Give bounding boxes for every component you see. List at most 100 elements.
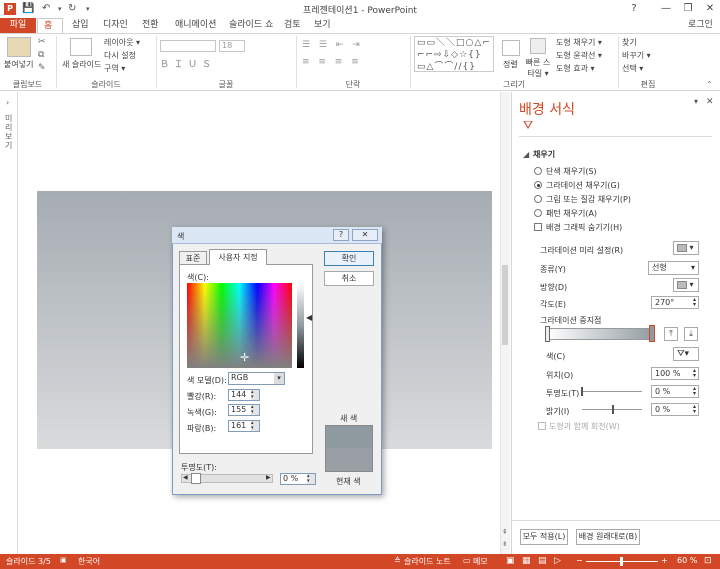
zoom-in-icon[interactable]: + xyxy=(661,556,668,565)
slideshow-view-icon[interactable]: ▷ xyxy=(554,556,561,566)
rotate-with-shape-checkbox[interactable] xyxy=(538,422,546,430)
add-stop-icon[interactable]: ⤒ xyxy=(664,327,678,341)
tab-design[interactable]: 디자인 xyxy=(97,18,134,33)
tab-view[interactable]: 보기 xyxy=(308,18,337,33)
quick-styles-button[interactable]: 빠른 스타일 ▾ xyxy=(524,57,552,79)
cut-icon[interactable]: ✂ xyxy=(38,37,46,47)
shape-fill-button[interactable]: 도형 채우기 ▾ xyxy=(556,37,602,48)
comments-icon[interactable]: ▭ xyxy=(463,556,471,565)
section-button[interactable]: 구역 ▾ xyxy=(104,63,125,74)
brightness-input[interactable]: 0 % ▴ ▾ xyxy=(651,403,699,416)
arrange-button[interactable]: 정렬 xyxy=(503,59,518,70)
quick-styles-icon[interactable] xyxy=(530,38,546,54)
copy-icon[interactable]: ⧉ xyxy=(38,50,44,60)
color-model-select[interactable]: RGB ▾ xyxy=(228,372,285,385)
pane-close-icon[interactable]: ✕ xyxy=(706,97,714,107)
shape-effects-button[interactable]: 도형 효과 ▾ xyxy=(556,63,595,74)
close-button[interactable]: ✕ xyxy=(702,2,718,16)
format-painter-icon[interactable]: ✎ xyxy=(38,63,46,73)
rotate-with-shape-label[interactable]: 도형과 함께 회전(W) xyxy=(549,421,620,432)
remove-stop-icon[interactable]: ⤓ xyxy=(684,327,698,341)
position-input[interactable]: 100 % ▴ ▾ xyxy=(651,367,699,380)
paste-button[interactable]: 붙여넣기 xyxy=(4,59,33,70)
font-size-combo[interactable]: 18 xyxy=(219,40,245,52)
layout-button[interactable]: 레이아웃 ▾ xyxy=(104,37,140,48)
new-slide-button[interactable]: 새 슬라이드 xyxy=(62,59,101,70)
collapse-ribbon-icon[interactable]: ⌃ xyxy=(706,80,713,89)
tab-custom[interactable]: 사용자 지정 xyxy=(209,249,267,265)
transparency-slider[interactable] xyxy=(582,391,642,392)
tab-transitions[interactable]: 전환 xyxy=(136,18,165,33)
new-slide-icon[interactable] xyxy=(70,38,92,56)
reading-view-icon[interactable]: ▤ xyxy=(538,556,547,566)
gradient-preset-dropdown[interactable]: ▾ xyxy=(673,241,699,255)
select-button[interactable]: 선택 ▾ xyxy=(622,63,643,74)
zoom-slider-thumb[interactable] xyxy=(620,557,623,566)
reset-button[interactable]: 다시 설정 xyxy=(104,50,136,61)
direction-dropdown[interactable]: ▾ xyxy=(673,278,699,292)
gradient-stop-handle[interactable] xyxy=(545,326,550,342)
list-buttons-icon[interactable]: ☰ ☰ ⇤ ⇥ xyxy=(302,40,363,50)
solid-fill-label[interactable]: 단색 채우기(S) xyxy=(546,166,597,177)
gradient-stop-handle-selected[interactable] xyxy=(649,325,655,342)
zoom-out-icon[interactable]: − xyxy=(576,556,583,565)
notes-button[interactable]: 슬라이드 노트 xyxy=(404,556,451,567)
align-buttons-icon[interactable]: ≡ ≡ ≡ ≡ xyxy=(302,57,362,67)
replace-button[interactable]: 바꾸기 ▾ xyxy=(622,50,651,61)
dialog-close-button[interactable]: ✕ xyxy=(352,229,378,241)
expand-thumbnails-icon[interactable]: › xyxy=(6,98,9,107)
ok-button[interactable]: 확인 xyxy=(324,251,374,266)
pane-options-icon[interactable]: ▾ xyxy=(694,97,698,106)
gradient-stops-bar[interactable] xyxy=(547,328,655,340)
scrollbar-thumb[interactable] xyxy=(502,265,508,345)
luminance-arrow-icon[interactable]: ◀ xyxy=(306,313,312,322)
prev-slide-icon[interactable]: ⇞ xyxy=(502,528,508,536)
zoom-level[interactable]: 60 % xyxy=(677,556,697,565)
color-dropdown[interactable]: ⛛▾ xyxy=(673,347,699,361)
gradient-fill-radio[interactable] xyxy=(534,181,542,189)
tab-slideshow[interactable]: 슬라이드 쇼 xyxy=(223,18,279,33)
fill-bucket-icon[interactable]: ⛛ xyxy=(523,118,533,133)
tab-insert[interactable]: 삽입 xyxy=(66,18,95,33)
font-name-combo[interactable] xyxy=(160,40,216,52)
fit-slide-icon[interactable]: ⊡ xyxy=(704,556,712,566)
red-input[interactable]: 144 ▴ ▾ xyxy=(228,389,260,401)
arrange-icon[interactable] xyxy=(502,40,520,56)
help-icon[interactable]: ? xyxy=(626,2,642,16)
angle-input[interactable]: 270° ▴ ▾ xyxy=(651,296,699,309)
slide-sorter-icon[interactable]: ▦ xyxy=(522,556,531,566)
solid-fill-radio[interactable] xyxy=(534,167,542,175)
next-slide-icon[interactable]: ⇟ xyxy=(502,540,508,548)
shape-outline-button[interactable]: 도형 윤곽선 ▾ xyxy=(556,50,602,61)
transparency-slider-thumb[interactable] xyxy=(581,387,583,396)
picture-fill-radio[interactable] xyxy=(534,195,542,203)
tab-animations[interactable]: 애니메이션 xyxy=(169,18,222,33)
type-dropdown[interactable]: 선형 ▾ xyxy=(648,261,699,275)
normal-view-icon[interactable]: ▣ xyxy=(506,556,515,566)
apply-to-all-button[interactable]: 모두 적용(L) xyxy=(520,529,568,545)
paste-icon[interactable] xyxy=(7,37,31,57)
tab-standard[interactable]: 표준 xyxy=(179,251,207,265)
slider-left-icon[interactable]: ◀ xyxy=(183,474,188,481)
cancel-button[interactable]: 취소 xyxy=(324,271,374,286)
slider-right-icon[interactable]: ▶ xyxy=(266,474,271,481)
hide-graphics-checkbox[interactable] xyxy=(534,223,542,231)
luminance-bar[interactable] xyxy=(297,283,304,368)
restore-button[interactable]: ❐ xyxy=(680,2,696,16)
shapes-gallery[interactable]: ▭▭＼＼□○△⌐ ⌐⌐⇨⇩◇☆{} ▭△⌒⌒∕∕{} xyxy=(414,36,494,72)
tab-review[interactable]: 검토 xyxy=(278,18,307,33)
green-input[interactable]: 155 ▴ ▾ xyxy=(228,404,260,416)
pattern-fill-radio[interactable] xyxy=(534,209,542,217)
dialog-transparency-input[interactable]: 0 % ▴ ▾ xyxy=(280,473,316,485)
brightness-slider-thumb[interactable] xyxy=(612,405,614,414)
comments-button[interactable]: 메모 xyxy=(473,556,488,567)
picture-fill-label[interactable]: 그림 또는 질감 채우기(P) xyxy=(546,194,631,205)
color-dialog-titlebar[interactable] xyxy=(172,227,382,244)
notes-icon[interactable]: ≙ xyxy=(394,556,401,565)
language-indicator[interactable]: 한국어 xyxy=(78,556,100,567)
font-style-buttons[interactable]: ＢＩＵＳ xyxy=(160,57,216,70)
dialog-help-button[interactable]: ? xyxy=(333,229,349,241)
minimize-button[interactable]: — xyxy=(658,2,674,16)
spellcheck-icon[interactable]: ▣ xyxy=(60,556,67,564)
reset-background-button[interactable]: 배경 원래대로(B) xyxy=(576,529,640,545)
